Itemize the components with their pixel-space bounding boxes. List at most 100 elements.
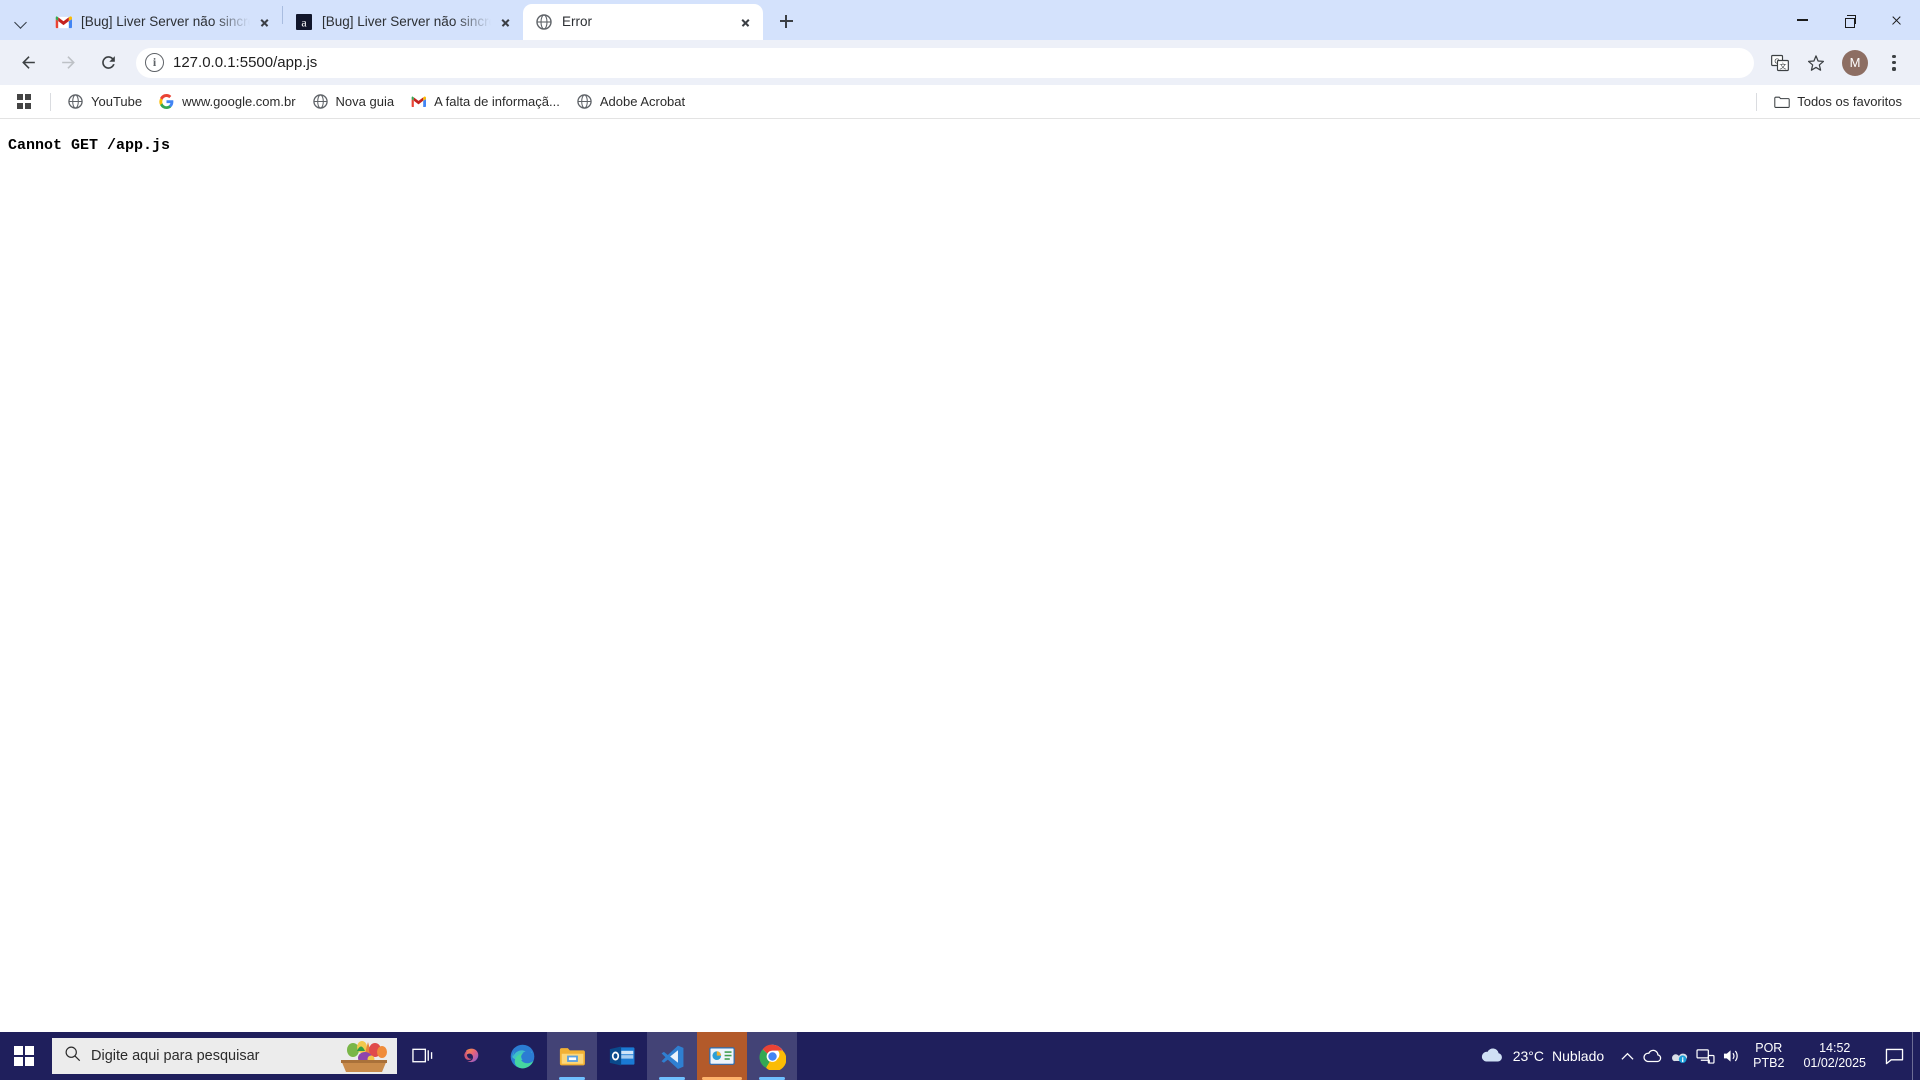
copilot-icon xyxy=(464,1048,479,1063)
tab-search-button[interactable] xyxy=(4,8,38,36)
translate-button[interactable]: G 文 xyxy=(1764,47,1796,79)
error-message-text: Cannot GET /app.js xyxy=(8,137,171,154)
show-hidden-icons-button[interactable] xyxy=(1614,1032,1640,1080)
microsoft-edge-icon xyxy=(510,1044,534,1068)
taskbar-search-input[interactable]: Digite aqui para pesquisar xyxy=(52,1038,397,1074)
bookmark-google[interactable]: www.google.com.br xyxy=(150,89,303,115)
taskbar-app-file-explorer[interactable] xyxy=(547,1032,597,1080)
system-tray: 23°C Nublado POR PTB2 14:52 01/02/2025 xyxy=(1469,1032,1920,1080)
gmail-icon xyxy=(54,13,72,31)
svg-text:a: a xyxy=(301,16,307,30)
cloud-icon xyxy=(1479,1046,1505,1067)
outlook-icon xyxy=(609,1046,635,1066)
window-controls xyxy=(1779,0,1920,40)
chrome-menu-button[interactable] xyxy=(1878,47,1910,79)
tab-close-button[interactable] xyxy=(254,12,274,32)
tray-icon-onedrive[interactable] xyxy=(1640,1032,1666,1080)
site-info-icon[interactable]: i xyxy=(145,53,164,72)
star-icon xyxy=(1807,54,1825,71)
tray-icon-network[interactable] xyxy=(1692,1032,1718,1080)
close-icon xyxy=(260,18,269,27)
bookmark-youtube[interactable]: YouTube xyxy=(59,89,150,115)
url-text: 127.0.0.1:5500/app.js xyxy=(173,54,318,71)
start-button[interactable] xyxy=(0,1032,48,1080)
security-icon xyxy=(1672,1053,1688,1063)
all-bookmarks-label: Todos os favoritos xyxy=(1797,94,1902,109)
bookmark-star-button[interactable] xyxy=(1800,47,1832,79)
tab-stackoverflow-bug-2[interactable]: a [Bug] Liver Server não sincroni xyxy=(283,4,523,40)
bookmark-label: Nova guia xyxy=(335,94,395,109)
tray-icon-security[interactable] xyxy=(1666,1032,1692,1080)
window-maximize-button[interactable] xyxy=(1826,0,1873,40)
bookmarks-bar: YouTube www.google.com.br Nova guia A fa… xyxy=(0,85,1920,119)
google-chrome-icon xyxy=(758,1044,786,1070)
taskbar-app-microsoft-edge[interactable] xyxy=(497,1032,547,1080)
grid-apps-icon xyxy=(16,94,32,109)
chevron-up-icon xyxy=(1621,1052,1634,1060)
restore-icon xyxy=(1844,15,1856,28)
taskbar-weather-widget[interactable]: 23°C Nublado xyxy=(1469,1032,1614,1080)
page-content-area: Cannot GET /app.js xyxy=(0,119,1920,1040)
action-center-button[interactable] xyxy=(1876,1032,1912,1080)
tab-list: [Bug] Liver Server não sincroniz a [Bug]… xyxy=(42,0,763,40)
taskbar-app-task-view[interactable] xyxy=(397,1032,447,1080)
google-g-icon xyxy=(158,93,175,110)
onedrive-icon xyxy=(1643,1049,1662,1063)
all-bookmarks-button[interactable]: Todos os favoritos xyxy=(1765,89,1910,115)
globe-icon xyxy=(576,93,593,110)
reload-icon xyxy=(101,56,115,69)
chat-bubble-icon xyxy=(1885,1048,1903,1064)
tab-close-button[interactable] xyxy=(495,12,515,32)
search-decoration-image xyxy=(335,1038,393,1074)
close-icon xyxy=(1891,15,1902,26)
reload-button[interactable] xyxy=(92,47,124,79)
tab-title: [Bug] Liver Server não sincroniz xyxy=(81,14,250,29)
three-dot-menu-icon xyxy=(1885,54,1903,72)
chevron-down-icon xyxy=(16,17,27,28)
svg-text:文: 文 xyxy=(1779,61,1786,70)
window-close-button[interactable] xyxy=(1873,0,1920,40)
taskbar-clock[interactable]: 14:52 01/02/2025 xyxy=(1793,1032,1876,1080)
tray-icon-volume[interactable] xyxy=(1718,1032,1744,1080)
network-icon xyxy=(1696,1049,1715,1064)
arrow-left-icon xyxy=(21,56,35,69)
bookmark-falta-de-informacao[interactable]: A falta de informaçã... xyxy=(402,89,568,115)
bookmark-nova-guia[interactable]: Nova guia xyxy=(304,89,403,115)
tab-error[interactable]: Error xyxy=(523,4,763,40)
windows-taskbar: Digite aqui para pesquisar 23°C Nublado … xyxy=(0,1032,1920,1080)
bookmarks-separator xyxy=(1756,92,1758,111)
arrow-right-icon xyxy=(61,56,75,69)
volume-icon xyxy=(1723,1050,1738,1062)
tab-title: Error xyxy=(562,14,592,29)
language-indicator[interactable]: POR PTB2 xyxy=(1744,1032,1793,1080)
forward-button[interactable] xyxy=(52,47,84,79)
windows-logo-icon xyxy=(14,1046,34,1066)
clock-date: 01/02/2025 xyxy=(1803,1056,1866,1070)
address-bar[interactable]: i 127.0.0.1:5500/app.js xyxy=(136,47,1754,78)
search-icon xyxy=(64,1045,81,1067)
browser-toolbar: i 127.0.0.1:5500/app.js G 文 M xyxy=(0,40,1920,85)
bookmark-label: Adobe Acrobat xyxy=(599,94,686,109)
globe-icon xyxy=(535,13,553,31)
language-line-1: POR xyxy=(1755,1041,1783,1055)
taskbar-app-outlook[interactable] xyxy=(597,1032,647,1080)
show-desktop-button[interactable] xyxy=(1912,1032,1920,1080)
new-tab-button[interactable] xyxy=(771,6,801,36)
taskbar-app-presentation-app[interactable] xyxy=(697,1032,747,1080)
taskbar-app-google-chrome[interactable] xyxy=(747,1032,797,1080)
close-icon xyxy=(741,18,750,27)
back-button[interactable] xyxy=(12,47,44,79)
profile-avatar[interactable]: M xyxy=(1842,49,1868,76)
taskbar-app-copilot[interactable] xyxy=(447,1032,497,1080)
apps-shortcut-button[interactable] xyxy=(10,89,38,115)
globe-icon xyxy=(67,93,84,110)
tab-title: [Bug] Liver Server não sincroni xyxy=(322,14,491,29)
taskbar-app-visual-studio-code[interactable] xyxy=(647,1032,697,1080)
close-icon xyxy=(501,18,510,27)
folder-icon xyxy=(1773,93,1790,110)
tab-gmail-bug-1[interactable]: [Bug] Liver Server não sincroniz xyxy=(42,4,282,40)
window-minimize-button[interactable] xyxy=(1779,0,1826,40)
tab-close-button[interactable] xyxy=(735,12,755,32)
bookmark-adobe-acrobat[interactable]: Adobe Acrobat xyxy=(568,89,693,115)
visual-studio-code-icon xyxy=(661,1045,683,1069)
